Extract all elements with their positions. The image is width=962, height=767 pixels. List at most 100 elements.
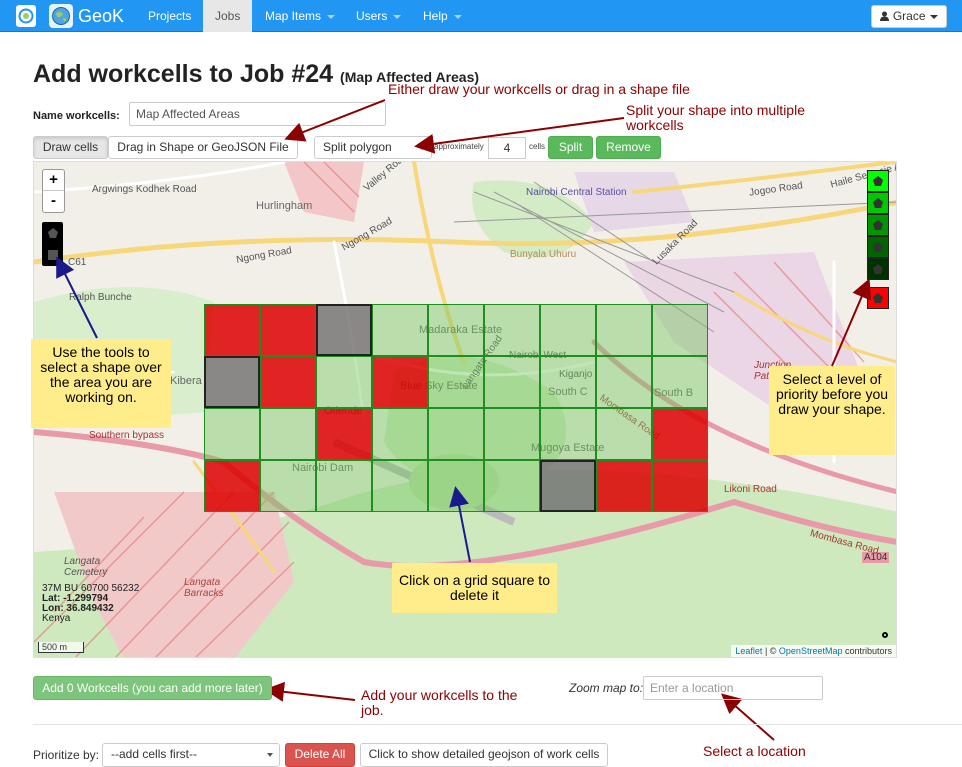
split-button[interactable]: Split	[548, 136, 593, 159]
workcell[interactable]	[316, 460, 372, 512]
workcell[interactable]	[596, 304, 652, 356]
top-navbar: GeoK Projects Jobs Map Items Users Help …	[0, 0, 962, 32]
name-workcells-input[interactable]: Map Affected Areas	[129, 102, 386, 126]
map-scale: 500 m	[38, 642, 84, 653]
map-attribution: Leaflet | © OpenStreetMap contributors	[731, 645, 896, 657]
cells-count-input[interactable]: 4	[488, 137, 526, 159]
polygon-tool-icon[interactable]	[42, 222, 63, 244]
workcell[interactable]	[204, 356, 260, 408]
nav-map-items-label: Map Items	[265, 9, 322, 23]
callout-priority: Select a level of priority before you dr…	[769, 366, 895, 455]
workcell[interactable]	[372, 304, 428, 356]
workcell[interactable]	[652, 304, 708, 356]
workcell[interactable]	[428, 304, 484, 356]
workcell[interactable]	[484, 408, 540, 460]
workcell[interactable]	[260, 408, 316, 460]
nav-users[interactable]: Users	[344, 0, 413, 32]
zoom-in-button[interactable]: +	[43, 170, 64, 191]
priority-1-icon[interactable]	[867, 170, 889, 192]
nav-projects-label: Projects	[148, 9, 192, 23]
workcell[interactable]	[540, 408, 596, 460]
user-icon	[880, 11, 890, 21]
workcell[interactable]	[652, 460, 708, 512]
workcell[interactable]	[428, 460, 484, 512]
draw-cells-button[interactable]: Draw cells	[33, 136, 108, 159]
map-label-hurlingham: Hurlingham	[256, 200, 313, 212]
zoom-location-input[interactable]: Enter a location	[643, 676, 823, 700]
draw-toolbar	[42, 222, 63, 266]
workcell[interactable]	[484, 304, 540, 356]
user-menu-button[interactable]: Grace	[871, 5, 947, 28]
page-title-text: Add workcells to Job #24	[33, 60, 334, 88]
workcell[interactable]	[260, 356, 316, 408]
name-workcells-label: Name workcells:	[33, 110, 120, 122]
workcell-grid[interactable]	[204, 304, 712, 514]
priority-toolbar	[867, 170, 889, 309]
workcell[interactable]	[204, 460, 260, 512]
zoom-out-button[interactable]: -	[43, 191, 64, 212]
nav-users-label: Users	[356, 9, 388, 23]
show-geojson-button[interactable]: Click to show detailed geojson of work c…	[360, 743, 608, 767]
delete-all-button[interactable]: Delete All	[285, 743, 355, 767]
callout-tools: Use the tools to select a shape over the…	[31, 339, 171, 428]
workcell[interactable]	[540, 356, 596, 408]
map-label-kibera: Kibera	[170, 375, 202, 387]
workcell[interactable]	[484, 356, 540, 408]
workcell[interactable]	[596, 408, 652, 460]
workcell[interactable]	[484, 460, 540, 512]
rectangle-tool-icon[interactable]	[42, 244, 63, 266]
chevron-down-icon	[393, 14, 402, 19]
priority-2-icon[interactable]	[867, 192, 889, 214]
chevron-down-icon	[419, 146, 425, 150]
workcell[interactable]	[204, 304, 260, 356]
workcell[interactable]	[204, 408, 260, 460]
split-type-select[interactable]: Split polygon	[314, 136, 432, 159]
coordinate-readout: 37M BU 60700 56232 Lat: -1.299794 Lon: 3…	[42, 584, 139, 624]
split-type-value: Split polygon	[323, 140, 392, 154]
leaflet-link[interactable]: Leaflet	[735, 646, 762, 656]
workcell[interactable]	[428, 356, 484, 408]
nav-help[interactable]: Help	[411, 0, 474, 32]
drag-shape-button[interactable]: Drag in Shape or GeoJSON File	[108, 136, 298, 159]
workcell[interactable]	[372, 408, 428, 460]
remove-button[interactable]: Remove	[596, 136, 661, 159]
workcell[interactable]	[596, 460, 652, 512]
priority-4-icon[interactable]	[867, 236, 889, 258]
nav-map-items[interactable]: Map Items	[253, 0, 347, 32]
workcell[interactable]	[316, 408, 372, 460]
nav-projects[interactable]: Projects	[136, 0, 203, 32]
globe-icon[interactable]	[49, 4, 73, 28]
prioritize-select[interactable]: --add cells first--	[102, 743, 280, 767]
annotation-draw: Either draw your workcells or drag in a …	[388, 81, 690, 97]
workcell[interactable]	[540, 304, 596, 356]
workcell[interactable]	[372, 356, 428, 408]
annotation-location: Select a location	[703, 743, 806, 759]
map-label-bunyala: Bunyala Uhuru	[510, 249, 577, 260]
approximately-label: approximately	[434, 142, 484, 151]
prioritize-value: --add cells first--	[111, 747, 198, 761]
location-marker-icon	[882, 632, 888, 638]
attribution-tail: contributors	[842, 646, 892, 656]
workcell[interactable]	[540, 460, 596, 512]
nav-jobs[interactable]: Jobs	[203, 0, 253, 32]
annotation-split: Split your shape into multiple workcells	[626, 102, 805, 133]
add-workcells-button[interactable]: Add 0 Workcells (you can add more later)	[33, 676, 272, 700]
app-logo-icon[interactable]	[16, 5, 36, 27]
workcell[interactable]	[316, 304, 372, 356]
brand-name[interactable]: GeoK	[78, 6, 124, 27]
prioritize-label: Prioritize by:	[33, 748, 100, 762]
workcell[interactable]	[260, 460, 316, 512]
workcell[interactable]	[316, 356, 372, 408]
attribution-sep: | ©	[762, 646, 779, 656]
priority-3-icon[interactable]	[867, 214, 889, 236]
workcell[interactable]	[428, 408, 484, 460]
workcell[interactable]	[652, 356, 708, 408]
zoom-map-label: Zoom map to:	[569, 681, 644, 695]
workcell[interactable]	[596, 356, 652, 408]
workcell[interactable]	[260, 304, 316, 356]
workcell[interactable]	[652, 408, 708, 460]
priority-5-icon[interactable]	[867, 258, 889, 280]
osm-link[interactable]: OpenStreetMap	[779, 646, 843, 656]
workcell[interactable]	[372, 460, 428, 512]
priority-critical-icon[interactable]	[867, 287, 889, 309]
